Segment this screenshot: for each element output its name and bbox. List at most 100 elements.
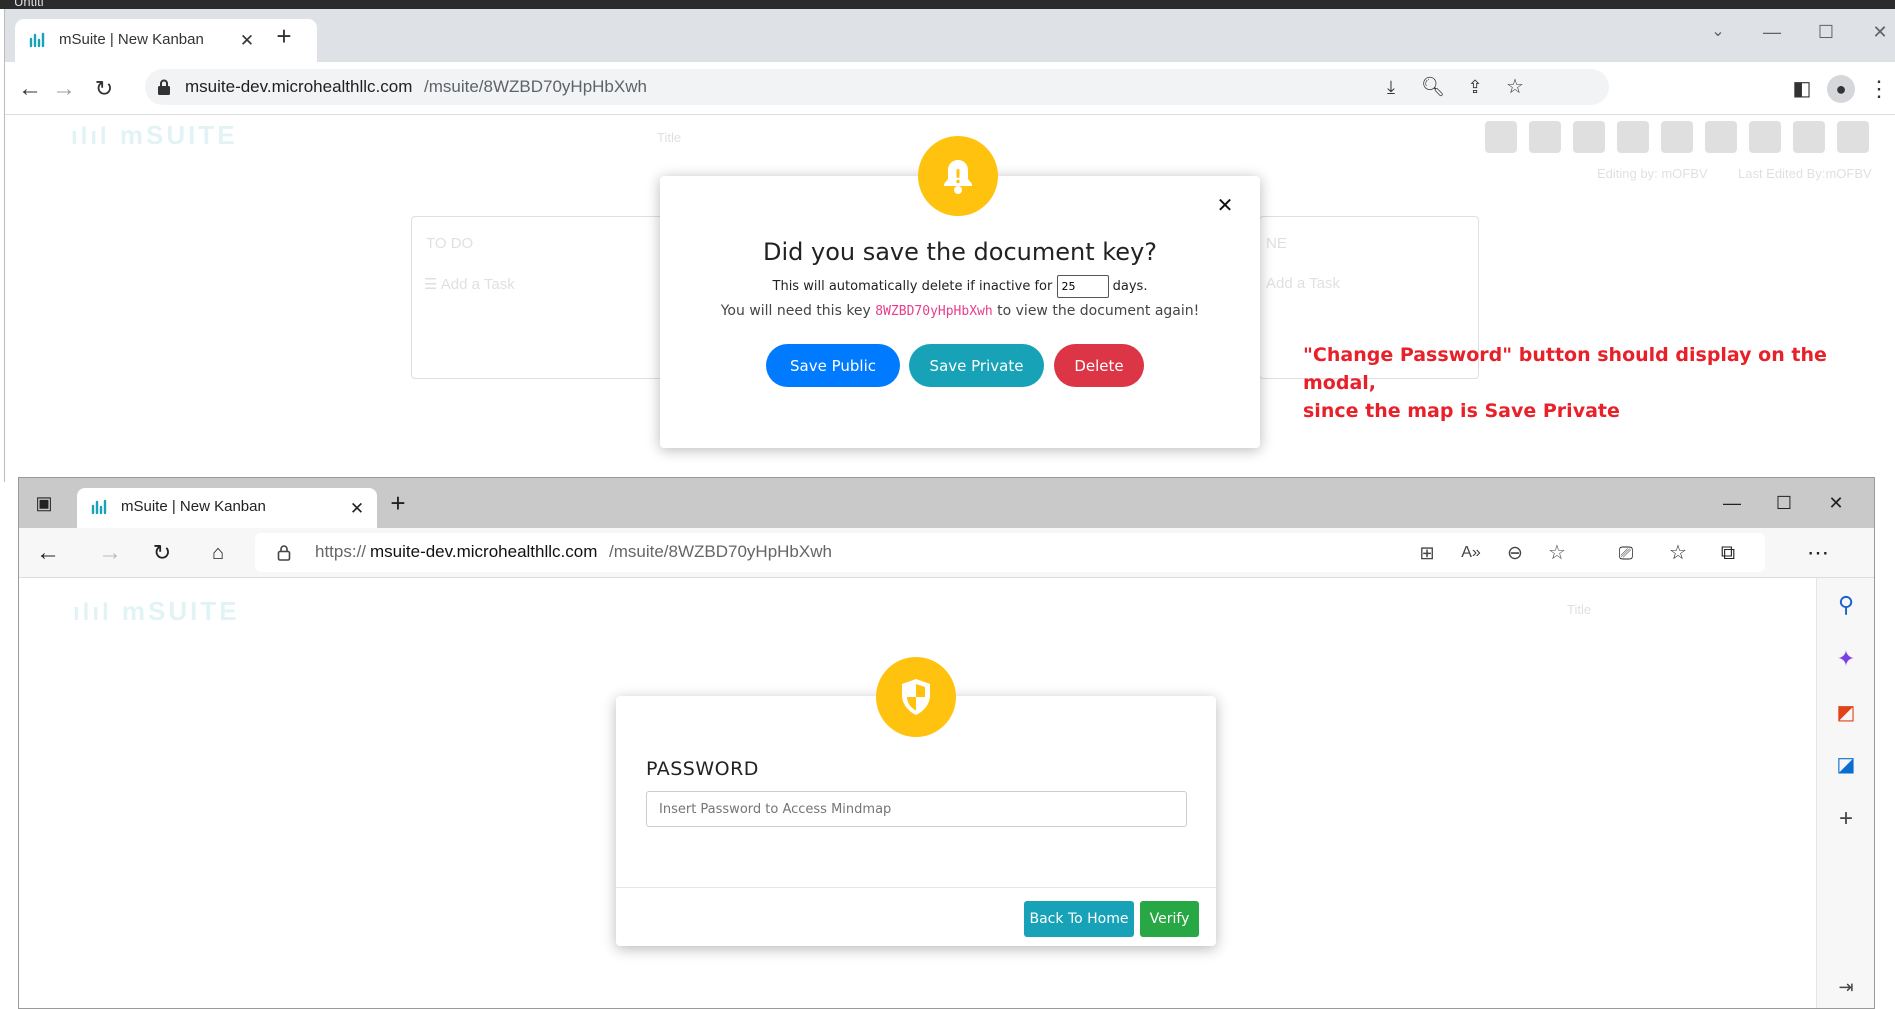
edge-tab[interactable]: mSuite | New Kanban ✕	[77, 488, 377, 528]
home-icon[interactable]: ⌂	[205, 540, 231, 566]
last-edited-by: Last Edited By:mOFBV	[1738, 166, 1872, 181]
editing-by: Editing by: mOFBV	[1597, 166, 1708, 181]
inactive-days-input[interactable]	[1056, 275, 1109, 298]
new-tab-icon[interactable]: +	[385, 490, 411, 516]
edge-sidebar: ⚲ ✦ ◩ ◪ + ⇥	[1816, 578, 1874, 1008]
profile-icon[interactable]: ●	[1827, 75, 1855, 103]
maximize-icon[interactable]: ☐	[1813, 19, 1839, 45]
document-key: 8WZBD70yHpHbXwh	[875, 304, 993, 319]
msuite-logo-icon: ılıl	[73, 599, 112, 626]
lock-icon	[158, 79, 170, 95]
edge-toolbar: ← → ↻ ⌂ https:// msuite-dev.microhealthl…	[19, 528, 1874, 578]
save-icon[interactable]	[1529, 121, 1561, 153]
window-close-icon[interactable]: ✕	[1823, 490, 1849, 516]
address-bar[interactable]: https:// msuite-dev.microhealthllc.com /…	[255, 533, 1765, 572]
redo-icon[interactable]	[1617, 121, 1649, 153]
msuite-favicon-icon	[91, 499, 107, 515]
favorites-icon[interactable]: ☆	[1665, 540, 1691, 566]
column-title: TO DO	[426, 235, 474, 252]
url-domain: msuite-dev.microhealthllc.com	[185, 77, 413, 96]
chat-icon[interactable]	[1705, 121, 1737, 153]
search-icon[interactable]: ⚲	[1833, 592, 1859, 618]
key-line: You will need this key 8WZBD70yHpHbXwh t…	[720, 303, 1200, 319]
back-arrow-icon[interactable]: ←	[35, 540, 61, 566]
url-path: /msuite/8WZBD70yHpHbXwh	[609, 542, 832, 561]
app-available-icon[interactable]: ⊞	[1415, 541, 1439, 565]
add-task-link[interactable]: Add a Task	[1266, 275, 1340, 292]
collections-icon[interactable]: ⧉	[1715, 540, 1741, 566]
minimize-icon[interactable]: —	[1719, 490, 1745, 516]
annotation-line-2: since the map is Save Private	[1303, 400, 1620, 422]
chrome-tab-strip: mSuite | New Kanban ✕ + ⌄ — ☐ ✕	[5, 9, 1895, 62]
export-icon[interactable]	[1661, 121, 1693, 153]
add-task-link[interactable]: ☰ Add a Task	[424, 275, 515, 293]
url-domain: msuite-dev.microhealthllc.com	[370, 542, 598, 561]
annotation-note: "Change Password" button should display …	[1303, 341, 1883, 425]
hide-sidebar-icon[interactable]: ⇥	[1833, 974, 1859, 1000]
zoom-icon[interactable]: 🔍︎	[1421, 75, 1445, 99]
undo-icon[interactable]	[1573, 121, 1605, 153]
url-path: /msuite/8WZBD70yHpHbXwh	[424, 77, 647, 96]
reload-icon[interactable]: ↻	[149, 540, 175, 566]
back-arrow-icon[interactable]: ←	[17, 76, 43, 102]
msuite-favicon-icon	[29, 32, 45, 48]
kanban-column-todo: TO DO ☰ Add a Task	[411, 216, 701, 379]
annotation-line-1: "Change Password" button should display …	[1303, 344, 1827, 394]
auto-delete-line: This will automatically delete if inacti…	[660, 275, 1260, 298]
title-placeholder[interactable]: Title	[1567, 602, 1591, 617]
msuite-logo: ılıl mSUITE	[73, 596, 240, 626]
close-icon[interactable]: ✕	[1214, 194, 1236, 216]
side-panel-icon[interactable]: ◧	[1789, 76, 1815, 102]
install-app-icon[interactable]: ⤓	[1379, 75, 1403, 99]
tab-search-chevron-icon[interactable]: ⌄	[1705, 19, 1731, 45]
save-private-button[interactable]: Save Private	[909, 344, 1044, 387]
title-placeholder[interactable]: Title	[657, 130, 681, 145]
zoom-icon[interactable]: ⊖	[1503, 541, 1527, 565]
address-bar[interactable]: msuite-dev.microhealthllc.com /msuite/8W…	[145, 69, 1609, 105]
chrome-tab-title: mSuite | New Kanban	[59, 31, 204, 48]
image-icon[interactable]	[1485, 121, 1517, 153]
column-title: NE	[1266, 235, 1287, 252]
maximize-icon[interactable]: ☐	[1771, 490, 1797, 516]
bookmark-star-icon[interactable]: ☆	[1503, 75, 1527, 99]
close-tab-icon[interactable]: ✕	[237, 30, 257, 50]
chrome-toolbar: ← → ↻ msuite-dev.microhealthllc.com /msu…	[5, 62, 1895, 115]
settings-more-icon[interactable]: ⋯	[1805, 540, 1831, 566]
verify-button[interactable]: Verify	[1140, 901, 1199, 937]
minimize-icon[interactable]: —	[1759, 19, 1785, 45]
cast-icon[interactable]: ⎚	[1613, 540, 1639, 566]
edge-tab-strip: ▣ mSuite | New Kanban ✕ + — ☐ ✕	[19, 478, 1874, 528]
copilot-sparkle-icon[interactable]: ✦	[1833, 646, 1859, 672]
outlook-icon[interactable]: ◪	[1833, 752, 1859, 778]
forward-arrow-icon[interactable]: →	[97, 540, 123, 566]
add-sidebar-app-icon[interactable]: +	[1833, 806, 1859, 832]
close-tab-icon[interactable]: ✕	[347, 498, 367, 518]
msuite-logo: ılıl mSUITE	[71, 120, 238, 150]
window-close-icon[interactable]: ✕	[1867, 19, 1893, 45]
new-tab-icon[interactable]: +	[271, 23, 297, 49]
tab-actions-icon[interactable]: ▣	[33, 492, 55, 514]
save-key-modal: ✕ Did you save the document key? This wi…	[660, 176, 1260, 448]
back-to-home-button[interactable]: Back To Home	[1024, 901, 1134, 937]
password-label: PASSWORD	[646, 758, 759, 780]
os-window-title: Untitl	[14, 0, 44, 9]
save-public-button[interactable]: Save Public	[766, 344, 900, 387]
msuite-logo-icon: ılıl	[71, 123, 110, 150]
toolbar-icons	[1485, 121, 1885, 153]
share-icon[interactable]: ⇪	[1463, 75, 1487, 99]
office-icon[interactable]: ◩	[1833, 700, 1859, 726]
edge-tab-title: mSuite | New Kanban	[121, 498, 266, 515]
shield-icon	[876, 657, 956, 737]
password-input[interactable]	[646, 791, 1187, 827]
add-favorite-icon[interactable]: ☆	[1545, 541, 1569, 565]
modal-divider	[616, 887, 1216, 888]
copy-icon[interactable]	[1837, 121, 1869, 153]
chrome-menu-icon[interactable]: ⋮	[1868, 76, 1890, 102]
forward-arrow-icon[interactable]: →	[51, 76, 77, 102]
read-aloud-icon[interactable]: A»	[1459, 541, 1483, 565]
trash-icon[interactable]	[1793, 121, 1825, 153]
delete-button[interactable]: Delete	[1054, 344, 1144, 387]
user-edit-icon[interactable]	[1749, 121, 1781, 153]
modal-heading: Did you save the document key?	[762, 238, 1158, 266]
reload-icon[interactable]: ↻	[91, 76, 117, 102]
